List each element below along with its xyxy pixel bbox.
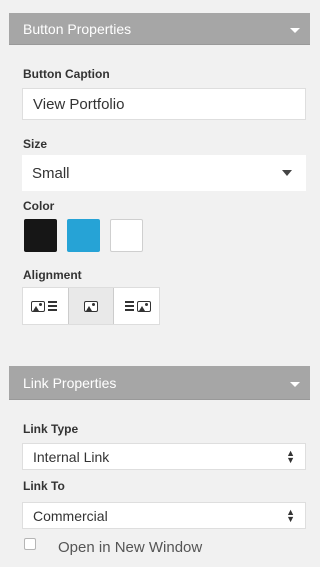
align-left-button[interactable] bbox=[23, 288, 68, 324]
link-to-select[interactable]: Commercial ▲ ▼ bbox=[22, 502, 306, 529]
alignment-button-group bbox=[22, 287, 160, 325]
link-to-value: Commercial bbox=[33, 507, 108, 524]
color-swatch-blue[interactable] bbox=[67, 219, 100, 252]
color-swatch-white[interactable] bbox=[110, 219, 143, 252]
open-new-window-label[interactable]: Open in New Window bbox=[58, 539, 202, 556]
collapse-caret-icon[interactable] bbox=[290, 382, 300, 387]
size-label: Size bbox=[23, 137, 48, 151]
link-properties-title: Link Properties bbox=[23, 374, 117, 391]
dropdown-arrow-icon bbox=[282, 170, 292, 176]
color-label: Color bbox=[23, 199, 55, 213]
text-lines-icon bbox=[47, 301, 57, 311]
align-right-button[interactable] bbox=[114, 288, 159, 324]
link-type-select[interactable]: Internal Link ▲ ▼ bbox=[22, 443, 306, 470]
select-spinner-icon: ▲ ▼ bbox=[286, 447, 295, 465]
image-icon bbox=[30, 300, 45, 312]
button-caption-label: Button Caption bbox=[23, 67, 110, 81]
align-center-button[interactable] bbox=[67, 288, 115, 324]
alignment-label: Alignment bbox=[23, 268, 82, 282]
button-properties-header[interactable]: Button Properties bbox=[9, 13, 310, 45]
color-swatch-black[interactable] bbox=[24, 219, 57, 252]
size-select-value: Small bbox=[32, 164, 70, 182]
image-icon bbox=[84, 300, 98, 312]
image-icon bbox=[137, 300, 152, 312]
open-new-window-checkbox[interactable] bbox=[24, 538, 36, 550]
link-properties-header[interactable]: Link Properties bbox=[9, 366, 310, 400]
link-type-label: Link Type bbox=[23, 422, 79, 436]
collapse-caret-icon[interactable] bbox=[290, 28, 300, 33]
link-type-value: Internal Link bbox=[33, 448, 110, 465]
select-spinner-icon: ▲ ▼ bbox=[286, 506, 295, 524]
button-properties-title: Button Properties bbox=[23, 20, 132, 37]
button-caption-input[interactable]: View Portfolio bbox=[22, 88, 306, 120]
text-lines-icon bbox=[125, 301, 135, 311]
size-select[interactable]: Small bbox=[22, 155, 306, 191]
link-to-label: Link To bbox=[23, 479, 65, 493]
